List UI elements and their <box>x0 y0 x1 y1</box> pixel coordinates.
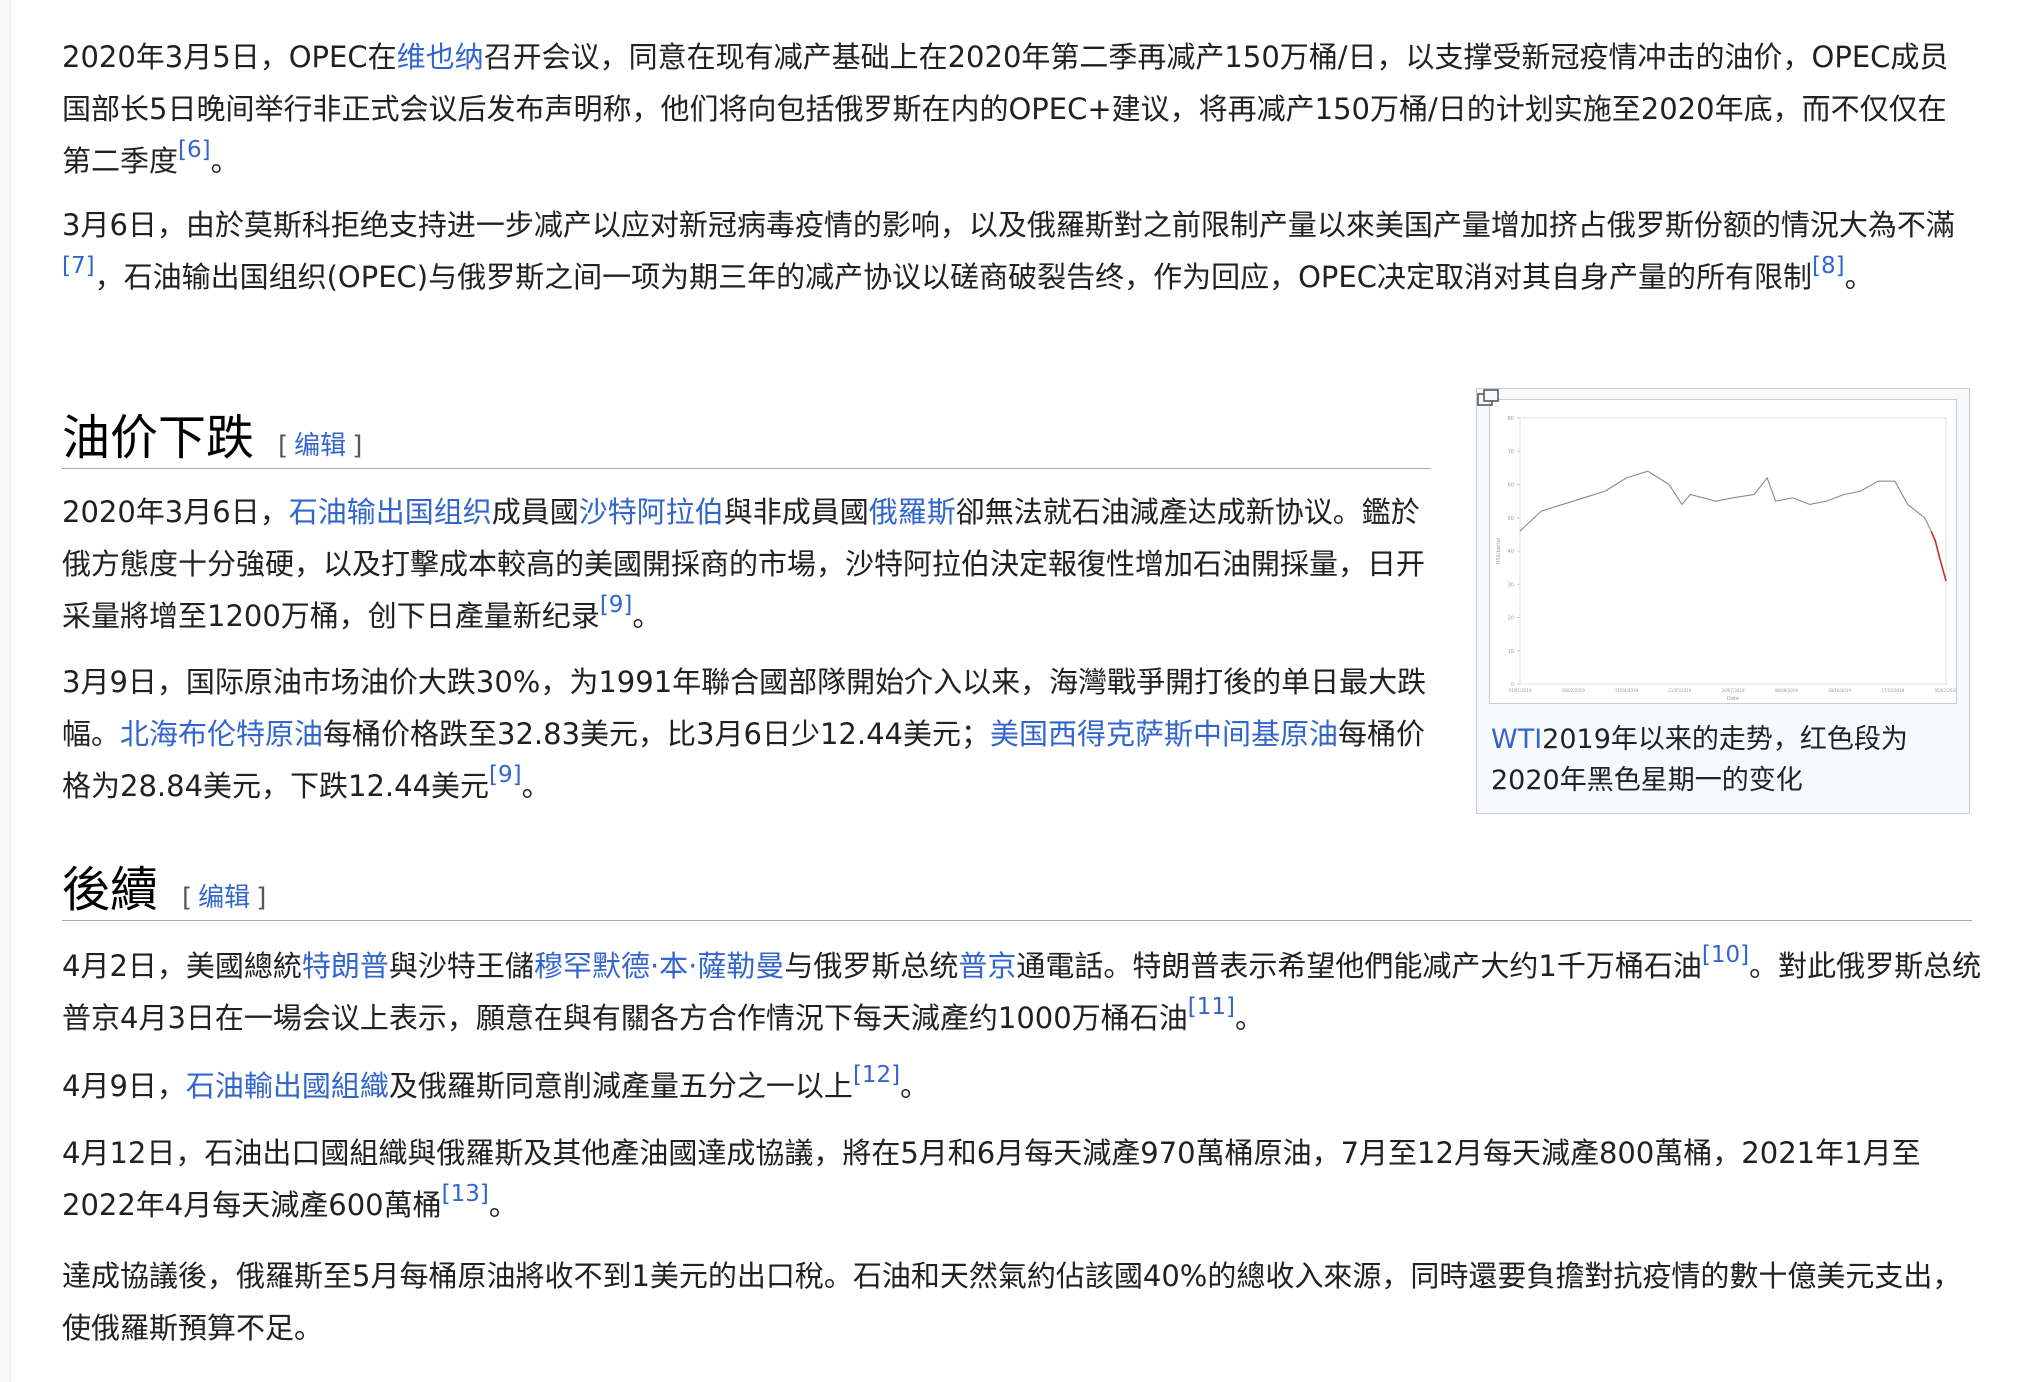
paragraph-april9-agreement: 4月9日，石油輸出國組織及俄羅斯同意削減產量五分之一以上[12]。 <box>62 1060 1972 1112</box>
link-trump[interactable]: 特朗普 <box>302 949 389 983</box>
figure-caption: WTI2019年以来的走势，红色段为2020年黑色星期一的变化 <box>1491 719 1931 801</box>
x-tick-label: 28/02/2019 <box>1562 688 1586 693</box>
caption-link-wti[interactable]: WTI <box>1491 724 1542 755</box>
text-run: 與非成員國 <box>723 495 869 529</box>
text-run: 4月2日，美國總統 <box>62 949 302 983</box>
reference-7[interactable]: [7] <box>62 253 95 279</box>
link-wti[interactable]: 美国西得克萨斯中间基原油 <box>990 717 1338 751</box>
text-run: 達成協議後，俄羅斯至5月每桶原油將收不到1美元的出口稅。石油和天然氣約佔該國40… <box>62 1259 1962 1345</box>
edit-bracket-close: ] <box>352 431 363 461</box>
link-vienna[interactable]: 维也纳 <box>397 40 484 74</box>
x-tick-label: 28/10/2019 <box>1828 688 1852 693</box>
text-run: 通電話。特朗普表示希望他們能减产大约1千万桶石油 <box>1016 949 1702 983</box>
series-line-wti <box>1519 470 1932 532</box>
reference-6[interactable]: [6] <box>178 137 211 163</box>
chart-image[interactable]: 0 10 20 30 40 50 60 70 80 01/01/2019 28/02/2019 21/… <box>1489 399 1957 704</box>
reference-13[interactable]: [13] <box>442 1181 489 1207</box>
x-tick-label: 21/05/2019 <box>1668 688 1692 693</box>
y-tick-label: 40 <box>1508 549 1514 555</box>
link-brent-crude[interactable]: 北海布伦特原油 <box>120 717 323 751</box>
link-opec[interactable]: 石油输出国组织 <box>289 495 492 529</box>
paragraph-april12-deal: 4月12日，石油出口國組織與俄羅斯及其他產油國達成協議，將在5月和6月每天減產9… <box>62 1127 1982 1231</box>
text-run: 2020年3月6日， <box>62 495 289 529</box>
text-run: 成員國 <box>491 495 579 529</box>
edit-bracket-open: [ <box>182 883 193 913</box>
text-run: 每桶价格跌至32.83美元，比3月6日少12.44美元； <box>323 717 990 751</box>
x-tick-label: 17/12/2019 <box>1881 688 1905 693</box>
section-heading-aftermath: 後續 [编辑] <box>62 857 1972 921</box>
edit-section: [编辑] <box>278 425 362 462</box>
edit-bracket-open: [ <box>278 431 289 461</box>
link-mbs[interactable]: 穆罕默德·本·薩勒曼 <box>534 949 784 983</box>
y-tick-label: 50 <box>1508 516 1514 522</box>
text-run: 。 <box>210 144 240 178</box>
text-run: 。 <box>632 599 662 633</box>
text-run: 与俄罗斯总统 <box>784 949 959 983</box>
text-run: 。 <box>1234 1001 1264 1035</box>
text-run: 3月6日，由於莫斯科拒绝支持进一步减产以应对新冠病毒疫情的影响，以及俄羅斯對之前… <box>62 208 1955 242</box>
y-axis-label: US$/barrel <box>1496 538 1502 564</box>
text-run: 。 <box>521 769 551 803</box>
x-tick-label: 21/04/2019 <box>1615 688 1639 693</box>
plot-frame <box>1519 417 1947 685</box>
reference-8[interactable]: [8] <box>1812 253 1845 279</box>
paragraph-russia-budget: 達成協議後，俄羅斯至5月每桶原油將收不到1美元的出口稅。石油和天然氣約佔該國40… <box>62 1250 1982 1354</box>
text-run: 與沙特王儲 <box>388 949 534 983</box>
text-run: 。 <box>900 1069 930 1103</box>
reference-11[interactable]: [11] <box>1188 994 1235 1020</box>
heading-title: 油价下跌 <box>62 410 255 466</box>
text-run: 。 <box>488 1188 518 1222</box>
edit-link[interactable]: 编辑 <box>198 883 250 913</box>
y-tick-label: 30 <box>1508 582 1514 588</box>
paragraph-moscow-refusal: 3月6日，由於莫斯科拒绝支持进一步减产以应对新冠病毒疫情的影响，以及俄羅斯對之前… <box>62 199 1972 303</box>
series-line-drop <box>1930 530 1947 582</box>
y-tick-label: 60 <box>1508 483 1514 489</box>
text-run: 及俄羅斯同意削減產量五分之一以上 <box>388 1069 853 1103</box>
section-heading-price-drop: 油价下跌 [编辑] <box>62 405 1431 469</box>
text-run: 4月12日，石油出口國組織與俄羅斯及其他產油國達成協議，將在5月和6月每天減產9… <box>62 1136 1921 1222</box>
edit-link[interactable]: 编辑 <box>294 431 346 461</box>
caption-text: 2019年以来的走势，红色段为2020年黑色星期一的变化 <box>1491 724 1908 796</box>
text-run: 2020年3月5日，OPEC在 <box>62 40 397 74</box>
text-run: 4月9日， <box>62 1069 186 1103</box>
link-putin[interactable]: 普京 <box>958 949 1016 983</box>
edit-bracket-close: ] <box>256 883 267 913</box>
y-tick-label: 10 <box>1508 649 1514 655</box>
magnify-clip-icon[interactable] <box>1477 389 1499 407</box>
y-tick-label: 80 <box>1508 416 1514 422</box>
link-russia[interactable]: 俄羅斯 <box>869 495 956 529</box>
wti-line-chart: 0102030405060708001/01/2019 28/02/2019 21/… <box>1496 416 1956 702</box>
paragraph-opec-meeting: 2020年3月5日，OPEC在维也纳召开会议，同意在现有减产基础上在2020年第… <box>62 31 1972 187</box>
x-tick-label: 01/01/2019 <box>1508 688 1532 693</box>
reference-9[interactable]: [9] <box>600 592 633 618</box>
reference-9[interactable]: [9] <box>489 762 522 788</box>
link-opec-trad[interactable]: 石油輸出國組織 <box>186 1069 389 1103</box>
paragraph-april2-call: 4月2日，美國總統特朗普與沙特王儲穆罕默德·本·薩勒曼与俄罗斯总统普京通電話。特… <box>62 940 1982 1044</box>
x-axis-label: Date <box>1727 696 1739 702</box>
y-tick-label: 70 <box>1508 449 1514 455</box>
reference-10[interactable]: [10] <box>1702 942 1749 968</box>
paragraph-march9-crash: 3月9日，国际原油市场油价大跌30%，为1991年聯合國部隊開始介入以来，海灣戰… <box>62 656 1442 812</box>
link-saudi-arabia[interactable]: 沙特阿拉伯 <box>579 495 724 529</box>
heading-title: 後續 <box>62 862 159 918</box>
paragraph-saudi-response: 2020年3月6日，石油输出国组织成員國沙特阿拉伯與非成員國俄羅斯卻無法就石油減… <box>62 486 1442 642</box>
figure-wti-chart: 0 10 20 30 40 50 60 70 80 01/01/2019 28/02/2019 21/… <box>1476 388 1970 814</box>
y-tick-label: 20 <box>1508 616 1514 622</box>
left-rail <box>0 0 11 1382</box>
edit-section: [编辑] <box>182 877 266 914</box>
reference-12[interactable]: [12] <box>853 1062 900 1088</box>
text-run: ，石油输出国组织(OPEC)与俄罗斯之间一项为期三年的减产协议以磋商破裂告终，作… <box>94 260 1812 294</box>
x-tick-label: 05/02/2020 <box>1934 688 1956 693</box>
x-tick-label: 20/07/2019 <box>1721 688 1745 693</box>
x-tick-label: 08/09/2019 <box>1775 688 1799 693</box>
text-run: 。 <box>1844 260 1874 294</box>
